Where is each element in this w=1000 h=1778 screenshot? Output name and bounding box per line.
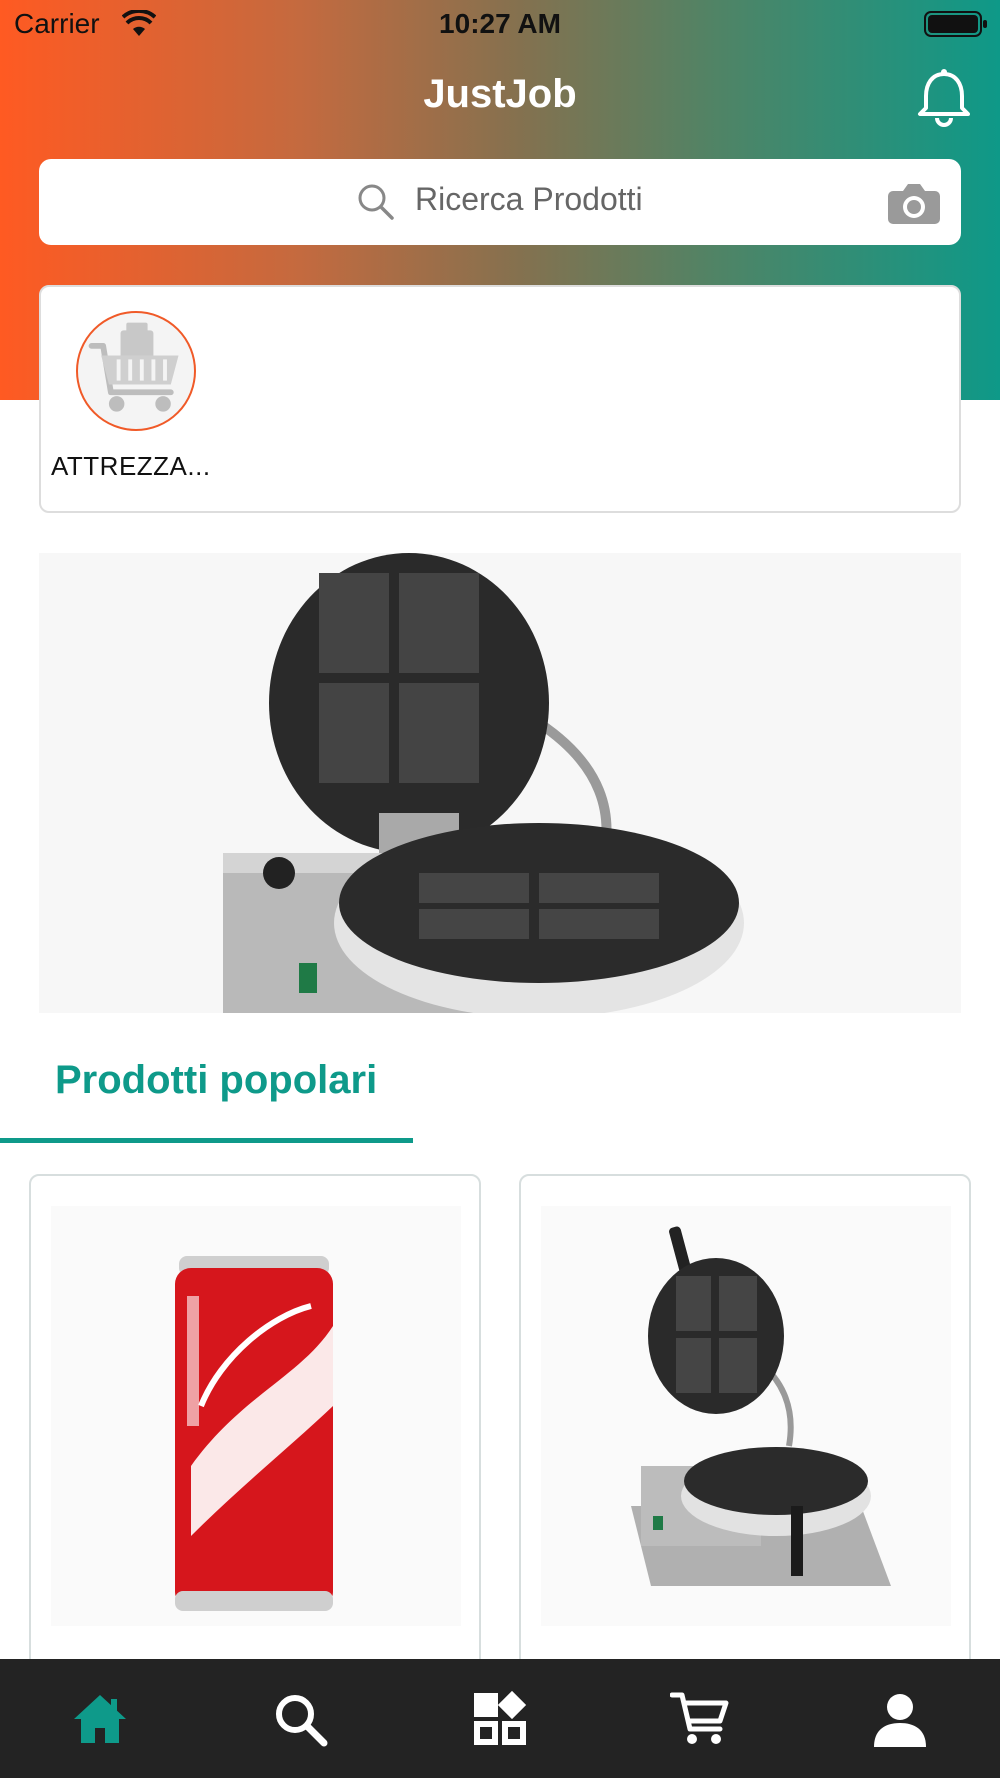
category-avatar	[76, 311, 196, 431]
tab-cart[interactable]	[600, 1659, 800, 1778]
tab-categories[interactable]	[400, 1659, 600, 1778]
coca-cola-can-image	[51, 1206, 461, 1626]
shopping-basket-icon	[88, 322, 179, 412]
tab-home[interactable]	[0, 1659, 200, 1778]
search-icon	[276, 1694, 328, 1746]
profile-icon	[874, 1693, 926, 1747]
category-item-attrezzature[interactable]: ATTREZZA...	[51, 311, 210, 491]
section-title[interactable]: Prodotti popolari	[55, 1058, 377, 1103]
categories-icon	[474, 1690, 527, 1745]
waffle-maker-image	[541, 1206, 951, 1626]
camera-icon[interactable]	[887, 181, 941, 225]
app-title: JustJob	[423, 72, 577, 116]
bottom-tab-bar	[0, 1659, 1000, 1778]
waffle-maker-image	[223, 553, 744, 1013]
battery-icon	[924, 11, 987, 37]
home-icon	[74, 1694, 126, 1743]
category-card: ATTREZZA...	[39, 285, 961, 513]
tab-profile[interactable]	[800, 1659, 1000, 1778]
clock: 10:27 AM	[439, 8, 561, 39]
category-label: ATTREZZA...	[51, 451, 211, 481]
search-bar[interactable]: Ricerca Prodotti	[39, 159, 961, 245]
cart-icon	[670, 1692, 729, 1744]
section-underline	[0, 1138, 413, 1143]
notification-bell-icon[interactable]	[914, 68, 974, 128]
status-bar: Carrier 10:27 AM	[0, 0, 1000, 50]
tab-search[interactable]	[200, 1659, 400, 1778]
promo-banner[interactable]	[39, 553, 961, 1013]
search-icon	[358, 184, 394, 220]
search-placeholder: Ricerca Prodotti	[415, 181, 643, 217]
